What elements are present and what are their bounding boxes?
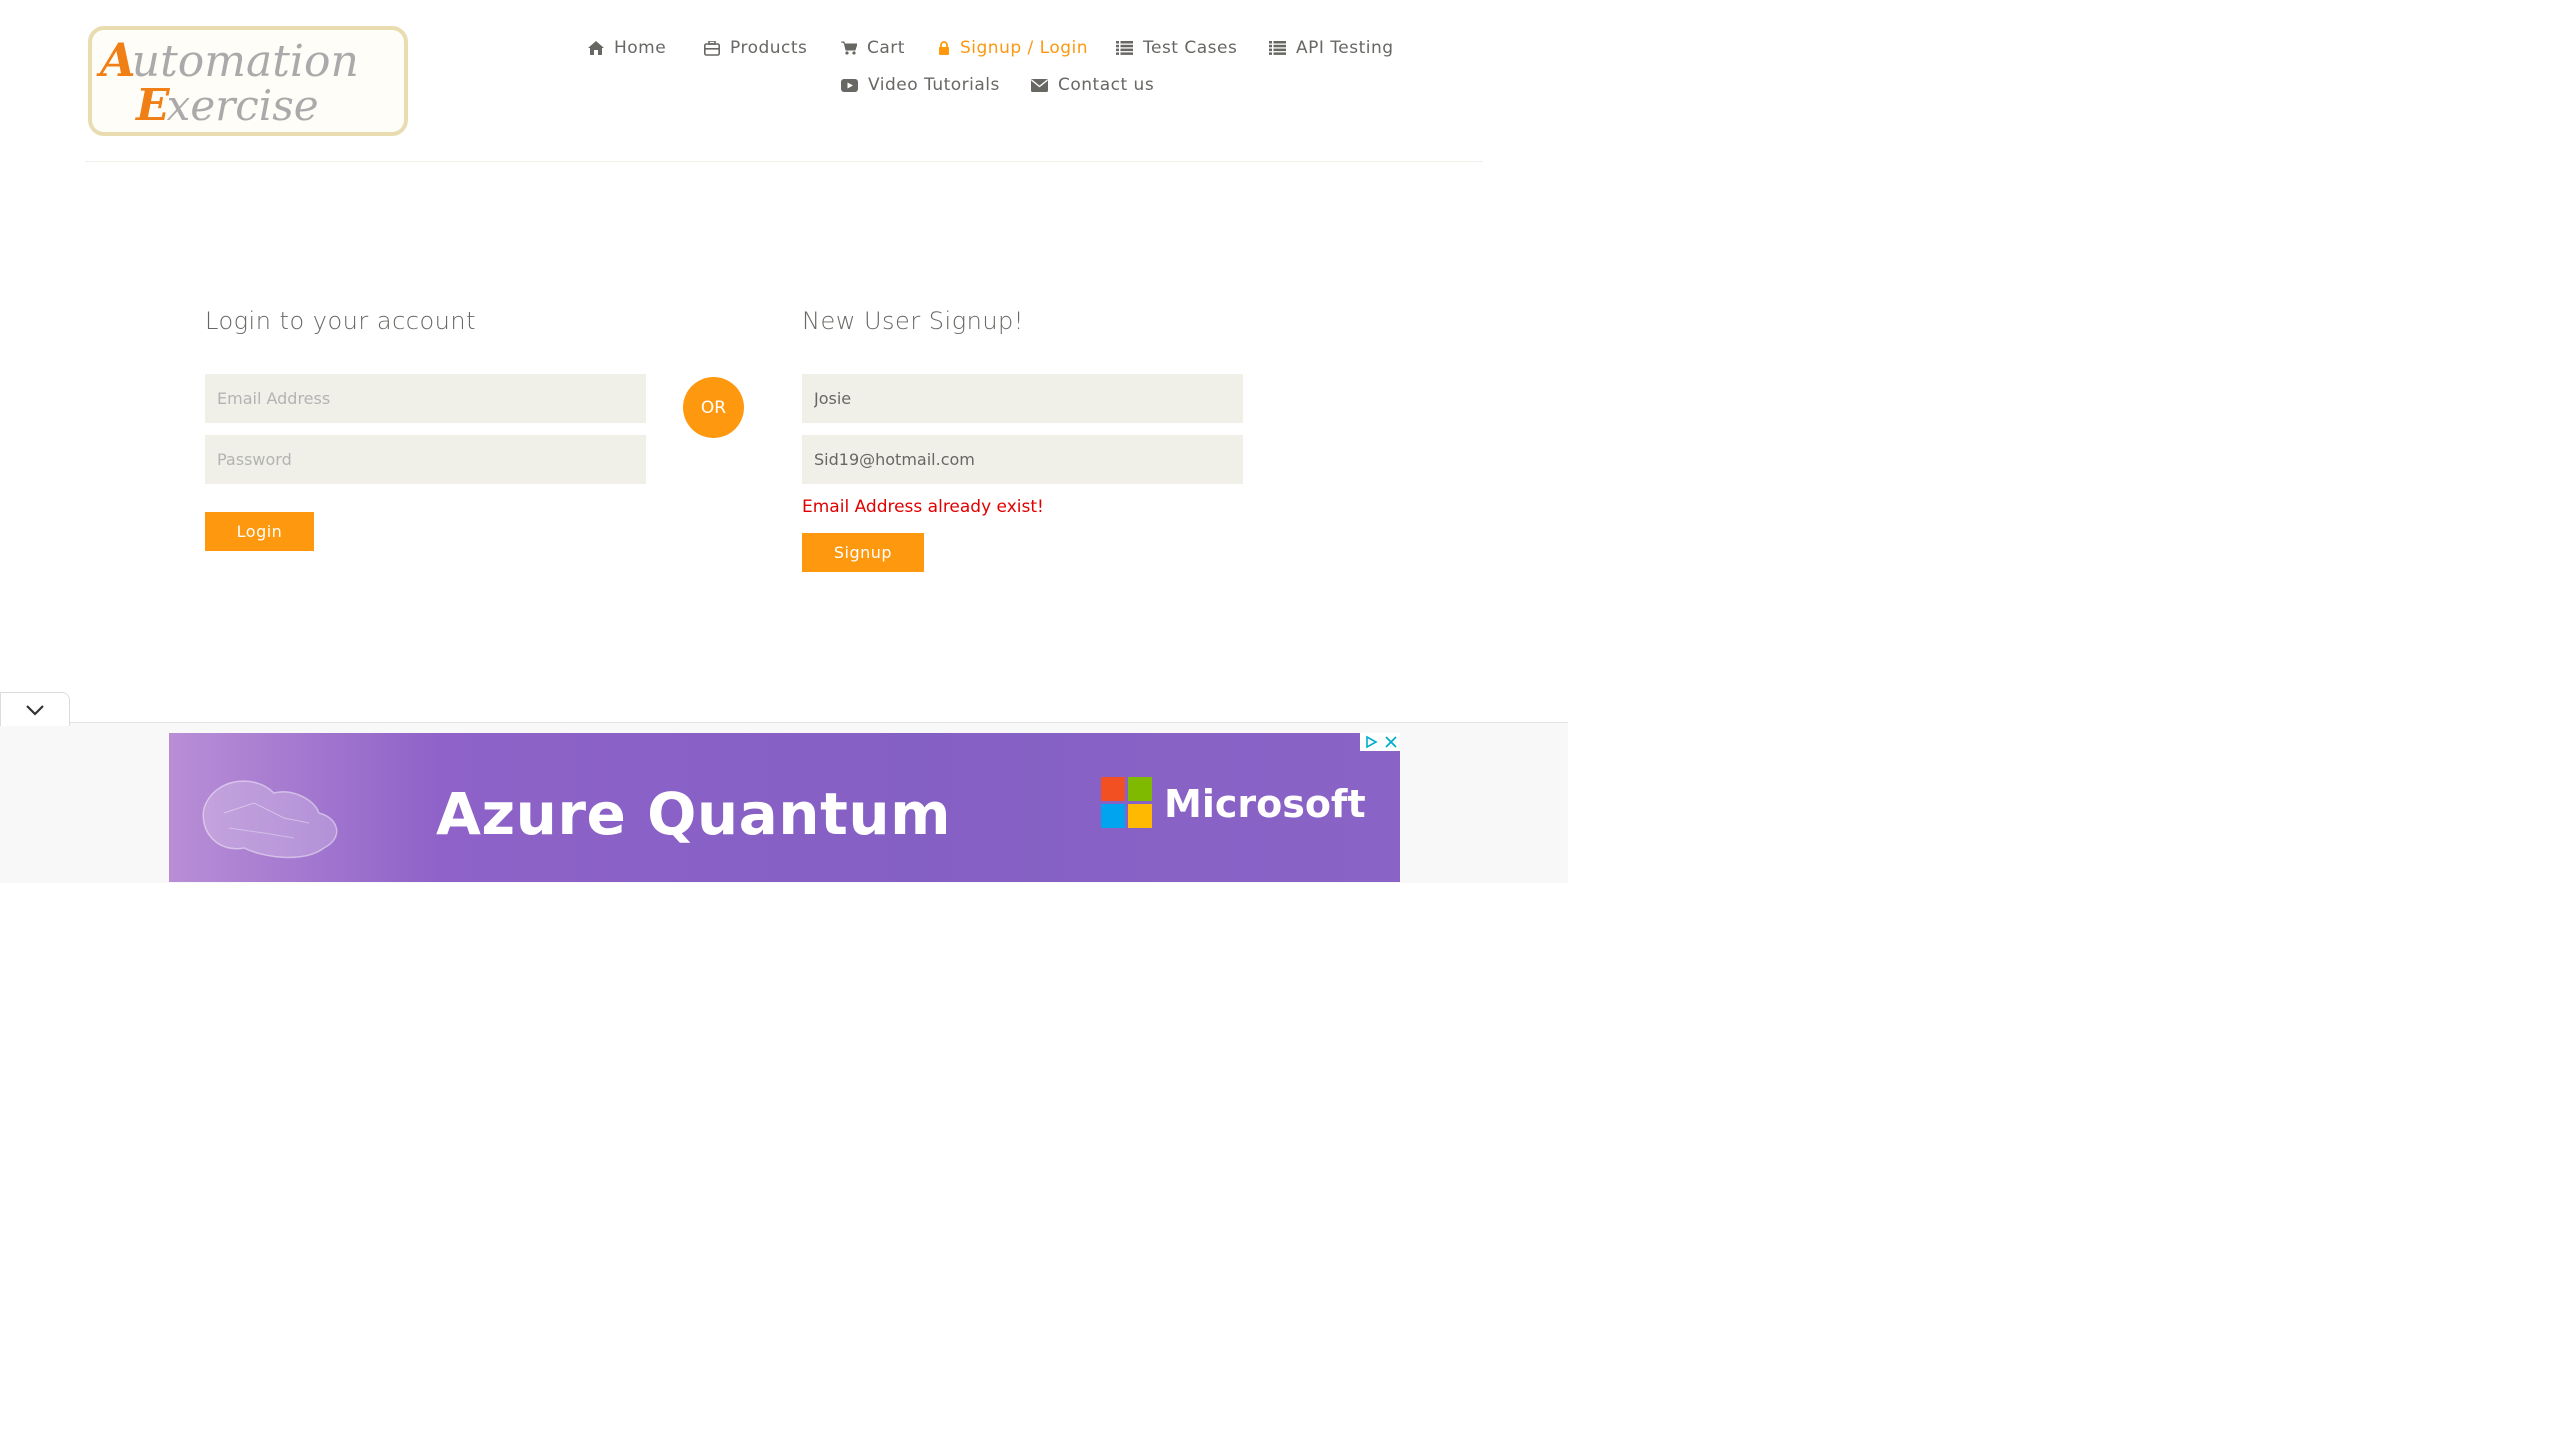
signup-name-input[interactable]: [802, 374, 1243, 423]
ad-brand: Microsoft: [1164, 782, 1366, 826]
login-email-input[interactable]: [205, 374, 646, 423]
list-icon: [1269, 41, 1286, 55]
logo-graphic: Automation Exercise A E: [96, 33, 359, 131]
nav-cart[interactable]: Cart: [841, 38, 905, 58]
nav-home-label: Home: [614, 38, 667, 58]
nav-signup-login-label: Signup / Login: [960, 38, 1089, 58]
nav-video-tutorials-label: Video Tutorials: [868, 75, 1000, 95]
list-icon: [1116, 41, 1133, 55]
nav-signup-login[interactable]: Signup / Login: [938, 38, 1088, 58]
login-title: Login to your account: [205, 307, 476, 335]
ad-choices-icon[interactable]: [1364, 735, 1378, 749]
signup-error-message: Email Address already exist!: [802, 497, 1044, 517]
nav-home[interactable]: Home: [588, 38, 666, 58]
microsoft-logo-icon: [1101, 777, 1153, 829]
cart-icon: [841, 41, 857, 55]
or-divider-badge: OR: [683, 377, 744, 438]
products-icon: [704, 40, 720, 56]
home-icon: [588, 41, 604, 55]
nav-contact-us[interactable]: Contact us: [1031, 75, 1154, 95]
nav-cart-label: Cart: [867, 38, 905, 58]
svg-text:A: A: [96, 33, 136, 87]
signup-title: New User Signup!: [802, 307, 1024, 335]
video-icon: [841, 78, 858, 92]
signup-button[interactable]: Signup: [802, 533, 924, 572]
nav-api-testing-label: API Testing: [1296, 38, 1394, 58]
close-icon[interactable]: [1384, 736, 1397, 748]
lock-icon: [939, 41, 949, 55]
chevron-down-icon: [26, 704, 44, 716]
nav-test-cases[interactable]: Test Cases: [1116, 38, 1237, 58]
ad-controls: [1360, 733, 1400, 751]
nav-video-tutorials[interactable]: Video Tutorials: [841, 75, 1000, 95]
nav-contact-us-label: Contact us: [1058, 75, 1155, 95]
ad-headline: Azure Quantum: [436, 780, 952, 848]
nav-products[interactable]: Products: [704, 38, 807, 58]
header-divider: [85, 161, 1483, 162]
signup-email-input[interactable]: [802, 435, 1243, 484]
nav-test-cases-label: Test Cases: [1143, 38, 1238, 58]
nav-products-label: Products: [730, 38, 808, 58]
login-button[interactable]: Login: [205, 512, 314, 551]
login-password-input[interactable]: [205, 435, 646, 484]
ad-collapse-toggle[interactable]: [0, 692, 70, 726]
quantum-chip-graphic: [202, 780, 338, 859]
envelope-icon: [1031, 78, 1048, 92]
svg-text:E: E: [134, 80, 171, 131]
nav-api-testing[interactable]: API Testing: [1269, 38, 1394, 58]
site-logo[interactable]: Automation Exercise A E: [88, 26, 408, 136]
